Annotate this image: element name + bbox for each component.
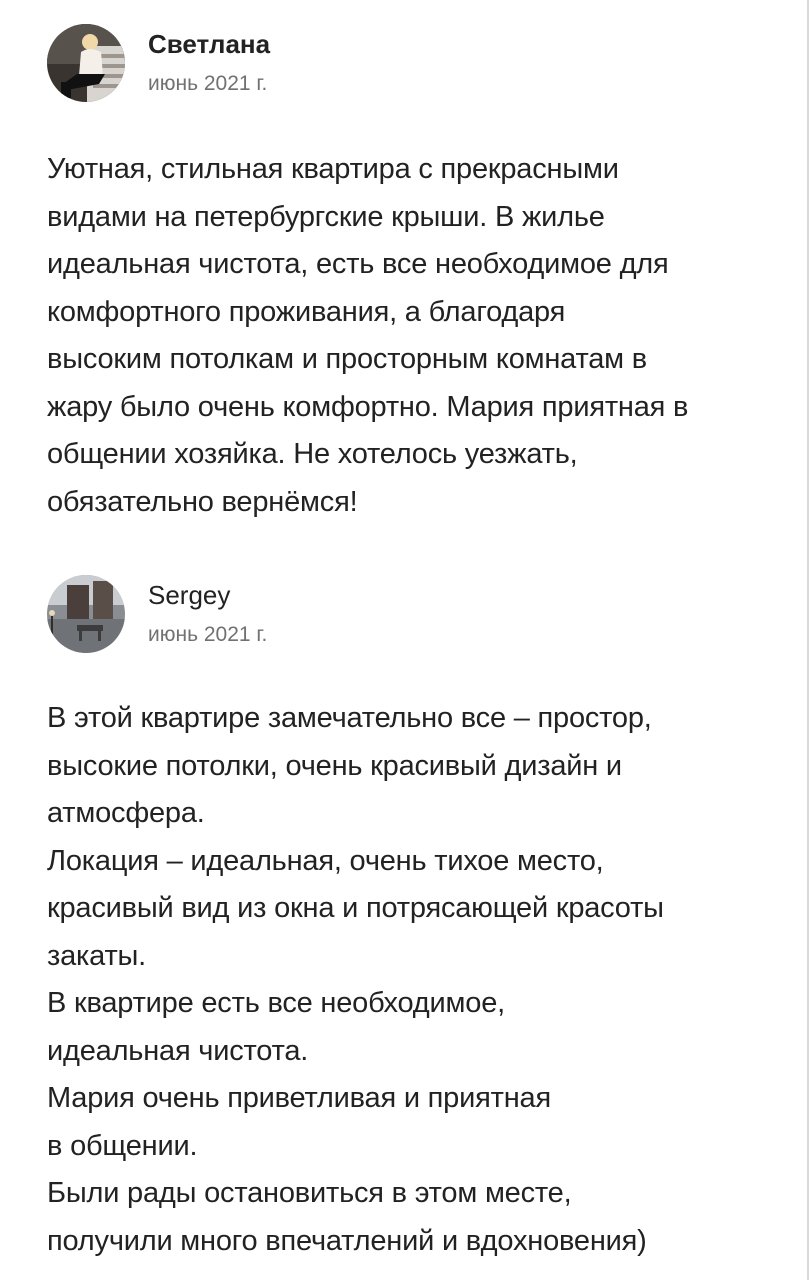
- review-text: Уютная, стильная квартира с прекрасными …: [47, 153, 689, 518]
- avatar[interactable]: [47, 575, 125, 653]
- review-header: Светлана июнь 2021 г.: [47, 24, 767, 104]
- review-header: Sergey июнь 2021 г.: [47, 575, 767, 655]
- review-date: июнь 2021 г.: [148, 72, 268, 95]
- author-name: Светлана: [148, 29, 271, 59]
- user-photo-icon: [47, 575, 125, 653]
- review-text: В этой квартире замечательно все – прост…: [47, 702, 664, 1257]
- author-name: Sergey: [148, 580, 231, 610]
- review-card: Sergey июнь 2021 г. В этой квартире заме…: [47, 575, 767, 1265]
- user-photo-icon: [47, 24, 125, 102]
- avatar[interactable]: [47, 24, 125, 102]
- review-date: июнь 2021 г.: [148, 623, 268, 646]
- review-card: Светлана июнь 2021 г. Уютная, стильная к…: [47, 24, 767, 526]
